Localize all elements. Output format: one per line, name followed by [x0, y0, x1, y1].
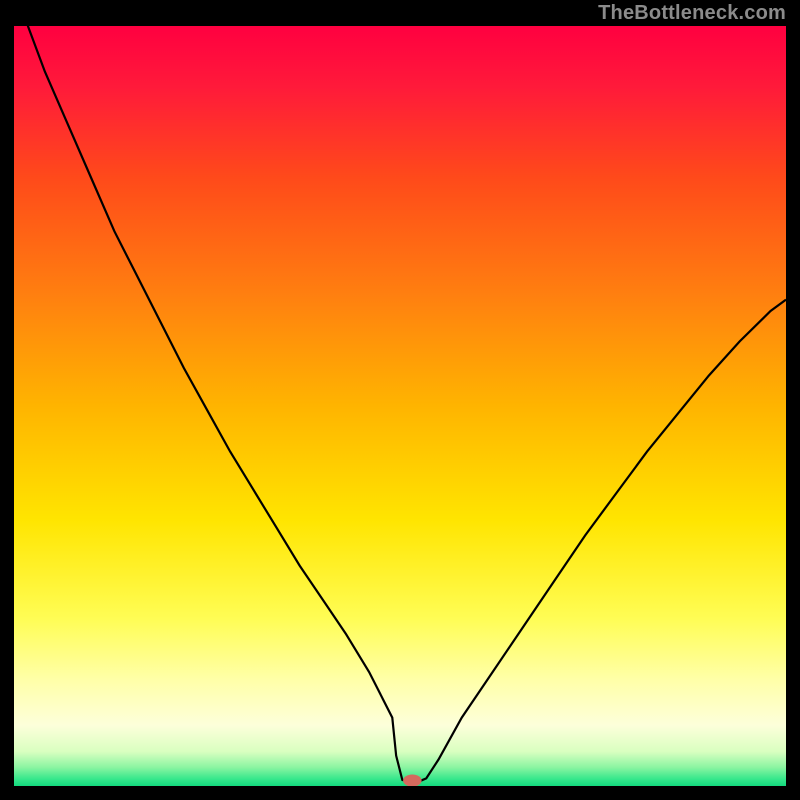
bottleneck-chart [14, 26, 786, 786]
chart-container: TheBottleneck.com [0, 0, 800, 800]
watermark-text: TheBottleneck.com [598, 2, 786, 25]
gradient-background [14, 26, 786, 786]
